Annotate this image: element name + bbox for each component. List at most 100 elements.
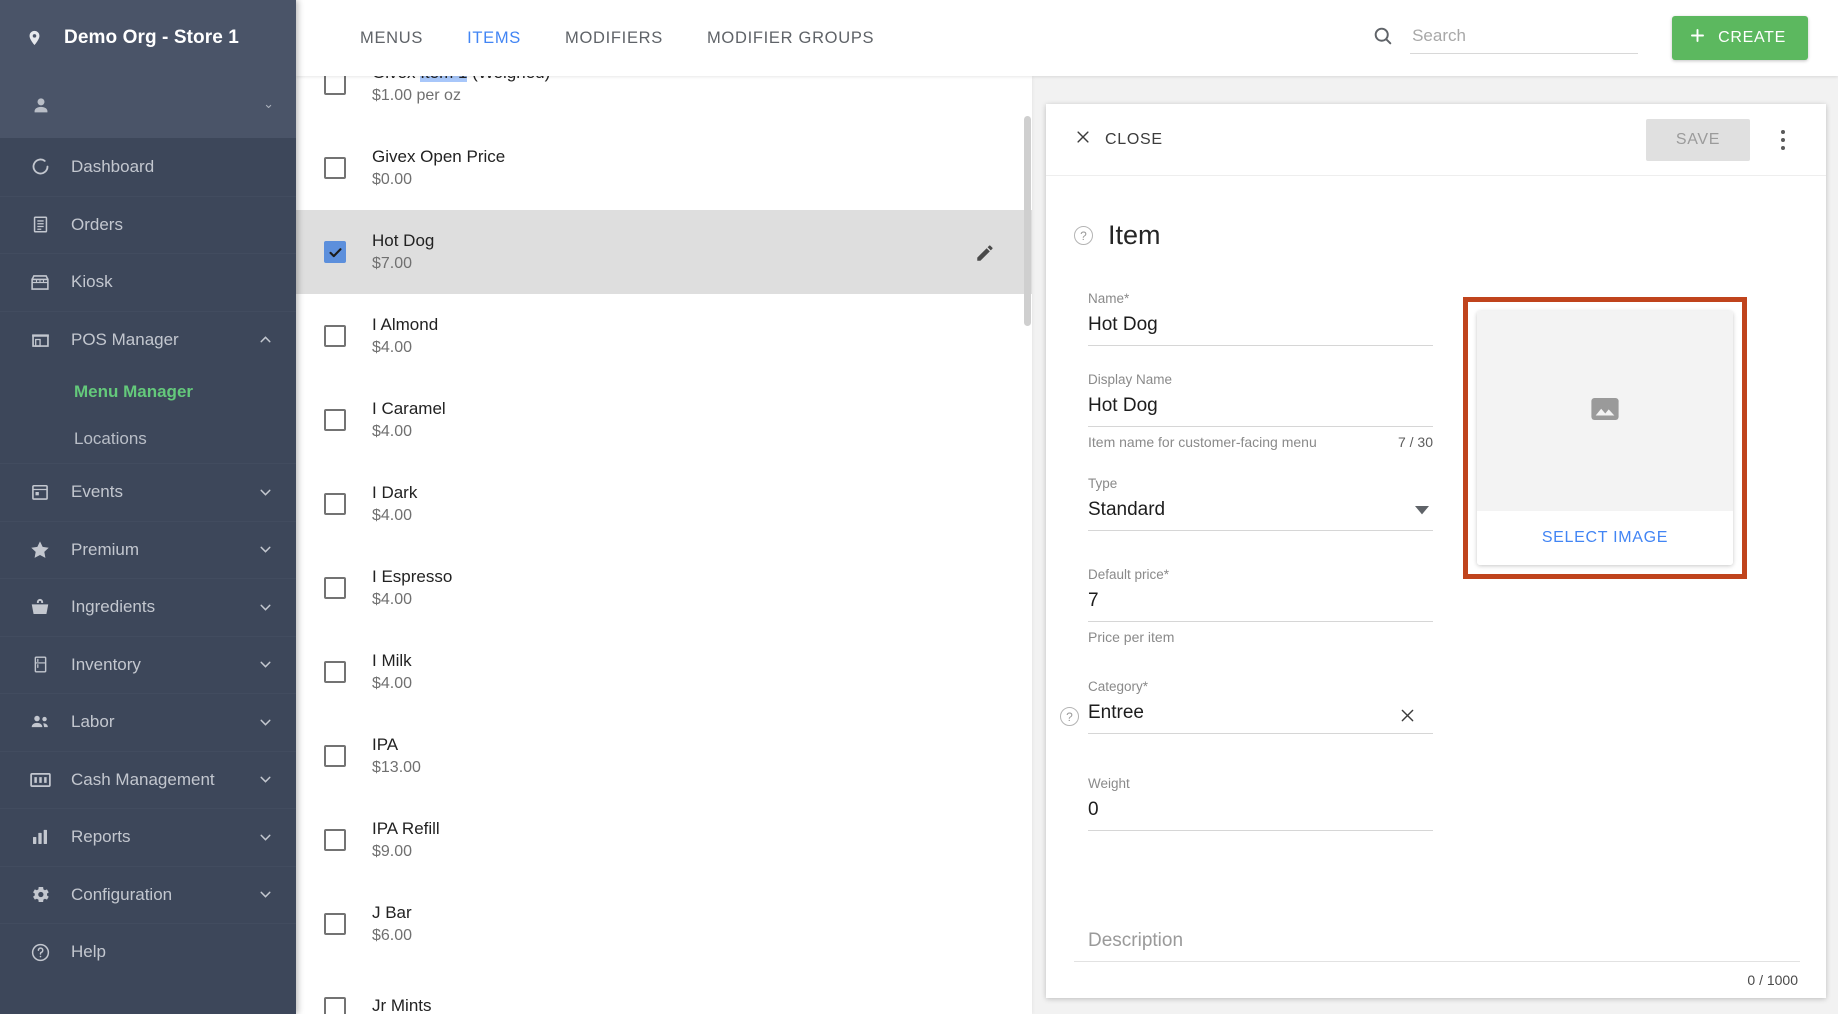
save-button[interactable]: SAVE	[1646, 118, 1750, 161]
row-checkbox[interactable]	[324, 157, 346, 179]
table-row[interactable]: I Caramel $4.00	[296, 378, 1032, 462]
form-fields: Name* Hot Dog Display Name Hot Dog Item …	[1060, 291, 1433, 857]
sidebar-item-reports[interactable]: Reports	[0, 808, 296, 866]
user-menu[interactable]: ⌄	[0, 76, 296, 138]
chevron-down-icon	[256, 886, 274, 904]
sidebar-subitem-menu-manager[interactable]: Menu Manager	[0, 368, 296, 416]
sidebar-item-inventory[interactable]: Inventory	[0, 635, 296, 694]
fridge-icon	[28, 653, 52, 677]
field-weight: Weight 0	[1088, 776, 1433, 831]
table-row-selected[interactable]: Hot Dog $7.00	[296, 210, 1032, 294]
name-input[interactable]: Hot Dog	[1088, 314, 1433, 346]
row-checkbox[interactable]	[324, 76, 346, 95]
search-icon[interactable]	[1372, 25, 1394, 52]
sidebar-item-help[interactable]: Help	[0, 923, 296, 981]
detail-title-row: ? Item	[1074, 220, 1800, 251]
item-name: I Caramel	[372, 399, 446, 418]
item-name: I Milk	[372, 651, 412, 670]
table-row[interactable]: I Milk $4.00	[296, 630, 1032, 714]
tab-items[interactable]: ITEMS	[445, 0, 543, 76]
field-default-price: Default price* 7 Price per item	[1088, 567, 1433, 645]
description-area: Description 0 / 1000	[1074, 930, 1800, 998]
tab-modifier-groups[interactable]: MODIFIER GROUPS	[685, 0, 896, 76]
search-input[interactable]	[1410, 22, 1639, 54]
table-row[interactable]: I Almond $4.00	[296, 294, 1032, 378]
sidebar-item-labor[interactable]: Labor	[0, 693, 296, 751]
item-price: $1.00 per oz	[372, 87, 461, 104]
help-circle-icon[interactable]: ?	[1060, 707, 1079, 726]
tab-menus[interactable]: MENUS	[338, 0, 445, 76]
sidebar-item-configuration[interactable]: Configuration	[0, 865, 296, 924]
sidebar-item-orders[interactable]: Orders	[0, 195, 296, 254]
sidebar-item-cash-management[interactable]: Cash Management	[0, 750, 296, 809]
row-checkbox[interactable]	[324, 997, 346, 1014]
scrollbar-thumb[interactable]	[1024, 116, 1031, 326]
sidebar-item-kiosk[interactable]: Kiosk	[0, 253, 296, 311]
table-row[interactable]: Givex Item 1 (Weighed) $1.00 per oz	[296, 76, 1032, 126]
money-icon	[28, 768, 52, 792]
table-row[interactable]: I Dark $4.00	[296, 462, 1032, 546]
item-name: IPA Refill	[372, 819, 440, 838]
plus-icon	[1688, 26, 1707, 50]
field-label: Type	[1088, 476, 1118, 491]
sidebar: Demo Org - Store 1 ⌄ Dashboard Orders Ki…	[0, 0, 296, 1014]
image-highlight-box: SELECT IMAGE	[1463, 297, 1747, 579]
sidebar-item-dashboard[interactable]: Dashboard	[0, 138, 296, 196]
table-row[interactable]: J Bar $6.00	[296, 882, 1032, 966]
row-checkbox[interactable]	[324, 661, 346, 683]
item-price: $4.00	[372, 675, 413, 692]
close-x-icon[interactable]	[1398, 706, 1417, 730]
type-select[interactable]: Standard	[1088, 499, 1433, 531]
close-button[interactable]: CLOSE	[1074, 128, 1163, 151]
sidebar-subitem-locations[interactable]: Locations	[0, 416, 296, 464]
row-checkbox[interactable]	[324, 241, 346, 263]
calendar-icon	[28, 480, 52, 504]
weight-input[interactable]: 0	[1088, 799, 1433, 831]
org-selector[interactable]: Demo Org - Store 1	[0, 0, 296, 76]
description-input[interactable]: Description	[1074, 930, 1800, 962]
field-hint: Item name for customer-facing menu 7 / 3…	[1088, 434, 1433, 450]
sidebar-item-pos-manager[interactable]: POS Manager	[0, 310, 296, 369]
display-name-input[interactable]: Hot Dog	[1088, 395, 1433, 427]
tab-modifiers[interactable]: MODIFIERS	[543, 0, 685, 76]
row-checkbox[interactable]	[324, 745, 346, 767]
row-checkbox[interactable]	[324, 913, 346, 935]
select-image-button[interactable]: SELECT IMAGE	[1477, 511, 1733, 565]
create-button[interactable]: CREATE	[1672, 16, 1808, 60]
kiosk-icon	[28, 270, 52, 294]
item-price: $4.00	[372, 591, 413, 608]
sidebar-item-events[interactable]: Events	[0, 463, 296, 521]
table-row[interactable]: IPA Refill $9.00	[296, 798, 1032, 882]
table-row[interactable]: Givex Open Price $0.00	[296, 126, 1032, 210]
more-vertical-icon[interactable]	[1766, 121, 1800, 159]
tab-bar: MENUS ITEMS MODIFIERS MODIFIER GROUPS	[338, 0, 896, 76]
list-scrollbar[interactable]	[1023, 116, 1032, 1014]
chevron-down-icon	[256, 713, 274, 731]
close-button-label: CLOSE	[1105, 130, 1163, 148]
sidebar-item-label: Cash Management	[71, 769, 215, 789]
table-row[interactable]: Jr Mints	[296, 966, 1032, 1014]
default-price-hint: Price per item	[1088, 629, 1175, 645]
pencil-icon[interactable]	[972, 239, 998, 265]
row-checkbox[interactable]	[324, 829, 346, 851]
sidebar-item-ingredients[interactable]: Ingredients	[0, 578, 296, 636]
row-checkbox[interactable]	[324, 493, 346, 515]
page-title: Item	[1108, 220, 1161, 250]
help-circle-icon[interactable]: ?	[1074, 226, 1093, 245]
sidebar-item-premium[interactable]: Premium	[0, 520, 296, 579]
item-name: I Espresso	[372, 567, 453, 586]
item-list-panel: Givex Item 1 (Weighed) $1.00 per oz Give…	[296, 76, 1032, 1014]
item-detail-panel: CLOSE SAVE ? Item Name* Hot Dog Display …	[1046, 104, 1826, 998]
row-checkbox[interactable]	[324, 325, 346, 347]
row-checkbox[interactable]	[324, 409, 346, 431]
table-row[interactable]: I Espresso $4.00	[296, 546, 1032, 630]
basket-icon	[28, 595, 52, 619]
sidebar-item-label: POS Manager	[71, 329, 179, 349]
row-checkbox[interactable]	[324, 577, 346, 599]
default-price-input[interactable]: 7	[1088, 590, 1433, 622]
chevron-down-icon[interactable]	[1415, 502, 1429, 520]
item-price: $6.00	[372, 927, 413, 944]
category-input[interactable]: Entree	[1088, 702, 1433, 734]
item-price: $7.00	[372, 255, 413, 272]
table-row[interactable]: IPA $13.00	[296, 714, 1032, 798]
